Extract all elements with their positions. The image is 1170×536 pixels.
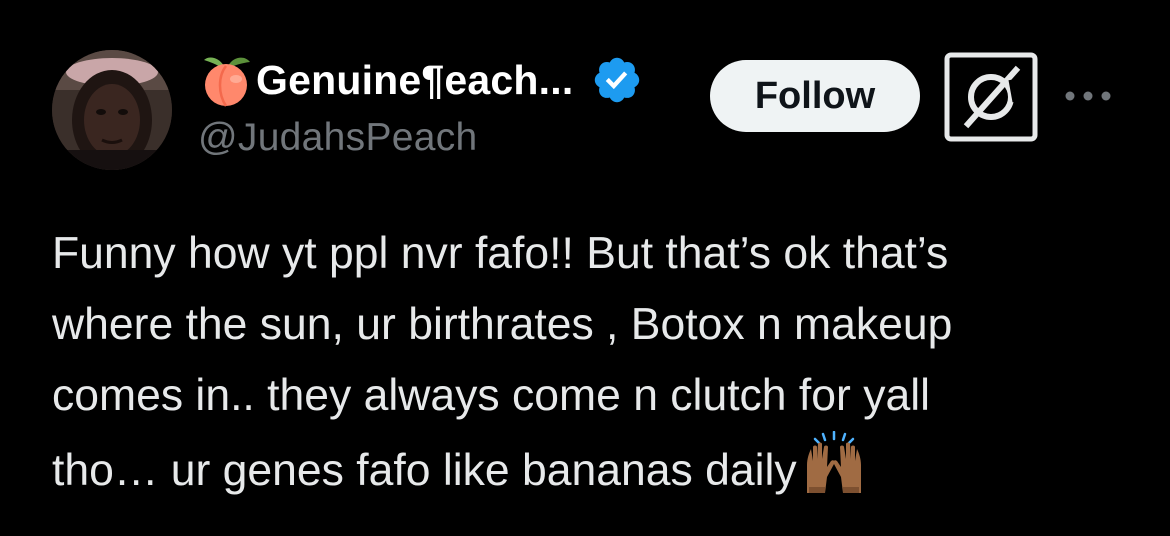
tweet-text-line: where the sun, ur birthrates , Botox n m… [52,300,953,349]
more-icon[interactable] [1062,82,1114,110]
verified-badge-icon [591,54,643,106]
avatar-image [52,50,172,170]
tweet-text-line-last: tho… ur genes fafo like bananas daily [52,430,1142,506]
tweet-text-line: comes in.. they always come n clutch for… [52,371,930,420]
tweet-text-line: Funny how yt ppl nvr fafo!! But that’s o… [52,229,949,278]
grok-icon[interactable] [944,52,1038,142]
author-handle[interactable]: @JudahsPeach [198,116,478,160]
avatar[interactable] [52,50,172,170]
tweet-text: Funny how yt ppl nvr fafo!! But that’s o… [52,218,1142,506]
peach-icon [198,52,254,108]
follow-button[interactable]: Follow [710,60,920,132]
raising-hands-icon [801,430,867,497]
author-name-row: Genuine¶each... [198,52,643,108]
tweet-text-line: tho… ur genes fafo like bananas daily [52,446,797,495]
display-name[interactable]: Genuine¶each... [256,57,573,104]
tweet: Genuine¶each... @JudahsPeach Follow Funn… [0,0,1170,536]
